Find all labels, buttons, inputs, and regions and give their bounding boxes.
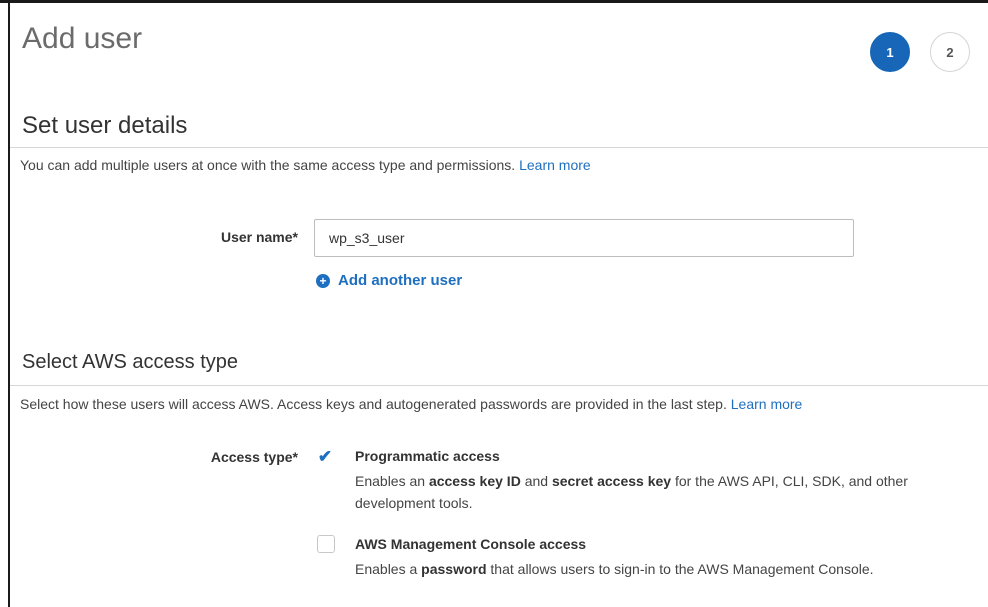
set-user-details-description: You can add multiple users at once with … — [20, 157, 591, 173]
frame-border-left — [8, 0, 10, 607]
user-name-input[interactable] — [314, 219, 854, 257]
learn-more-link[interactable]: Learn more — [731, 396, 803, 412]
user-name-label: User name* — [220, 229, 298, 245]
desc-text: that allows users to sign-in to the AWS … — [486, 561, 874, 577]
desc-text: and — [520, 473, 552, 489]
section-divider — [10, 147, 988, 148]
add-another-user-label: Add another user — [338, 272, 463, 289]
add-another-user-link[interactable]: + Add another user — [316, 272, 462, 289]
desc-emphasis: password — [421, 561, 487, 577]
section-divider — [10, 385, 988, 386]
learn-more-link[interactable]: Learn more — [519, 157, 591, 173]
page-title: Add user — [22, 22, 143, 55]
description-text: You can add multiple users at once with … — [20, 157, 516, 173]
set-user-details-heading: Set user details — [22, 112, 188, 139]
desc-text: Enables an — [355, 473, 429, 489]
description-text: Select how these users will access AWS. … — [20, 396, 727, 412]
select-access-type-heading: Select AWS access type — [22, 351, 239, 373]
console-access-label: AWS Management Console access — [355, 536, 587, 552]
checkmark-icon: ✔ — [317, 446, 333, 466]
frame-border-top — [0, 0, 988, 3]
console-access-checkbox[interactable] — [317, 535, 335, 553]
select-access-type-description: Select how these users will access AWS. … — [20, 396, 802, 412]
step-indicator-2[interactable]: 2 — [930, 32, 970, 72]
desc-emphasis: access key ID — [428, 473, 521, 489]
programmatic-access-description: Enables an access key ID and secret acce… — [355, 470, 980, 514]
desc-emphasis: secret access key — [551, 473, 672, 489]
plus-circle-icon: + — [316, 273, 330, 288]
programmatic-access-checkbox[interactable]: ✔ — [317, 446, 333, 466]
access-type-label: Access type* — [210, 449, 298, 465]
console-access-description: Enables a password that allows users to … — [355, 558, 980, 580]
step-indicator-1-active[interactable]: 1 — [870, 32, 910, 72]
programmatic-access-label: Programmatic access — [355, 448, 500, 464]
desc-text: Enables a — [355, 561, 422, 577]
